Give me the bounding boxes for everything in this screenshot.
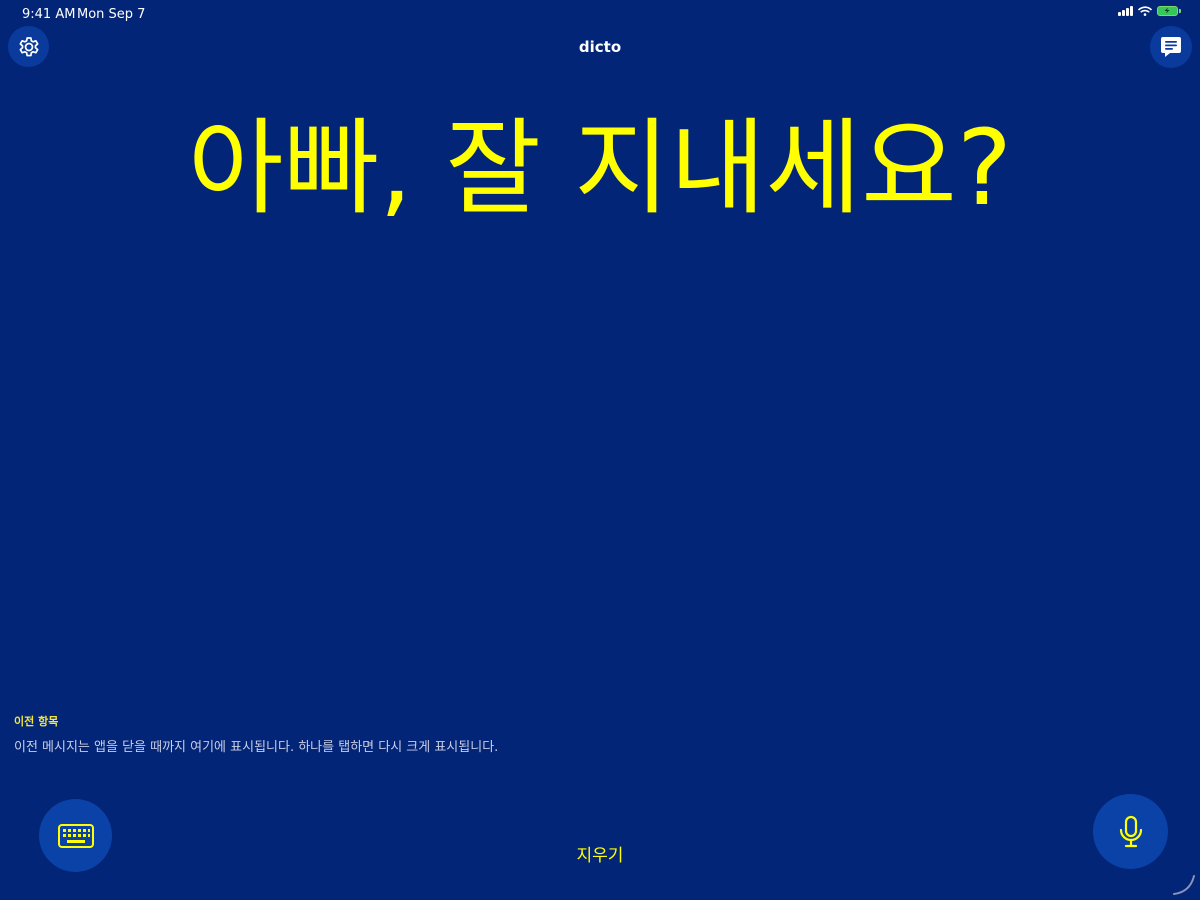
status-time: 9:41 AM: [22, 7, 76, 22]
chat-button[interactable]: [1150, 26, 1192, 68]
chat-bubble-icon: [1161, 37, 1181, 57]
history-hint: 이전 메시지는 앱을 닫을 때까지 여기에 표시됩니다. 하나를 탭하면 다시 …: [14, 740, 499, 755]
battery-icon: [1157, 6, 1181, 16]
app-screen: 9:41 AM Mon Sep 7 dicto 아빠, 잘 지내세요? 이전 항…: [0, 0, 1200, 900]
history-heading: 이전 항목: [14, 715, 59, 728]
wifi-icon: [1138, 6, 1152, 16]
status-icons: [1118, 6, 1181, 16]
microphone-button[interactable]: [1093, 794, 1168, 869]
cellular-signal-icon: [1118, 6, 1133, 16]
status-date: Mon Sep 7: [77, 7, 146, 22]
resize-handle-icon: [1173, 875, 1195, 895]
app-title: dicto: [578, 38, 622, 56]
clear-button[interactable]: 지우기: [0, 841, 1200, 866]
microphone-icon: [1119, 815, 1142, 847]
main-message[interactable]: 아빠, 잘 지내세요?: [0, 98, 1200, 238]
